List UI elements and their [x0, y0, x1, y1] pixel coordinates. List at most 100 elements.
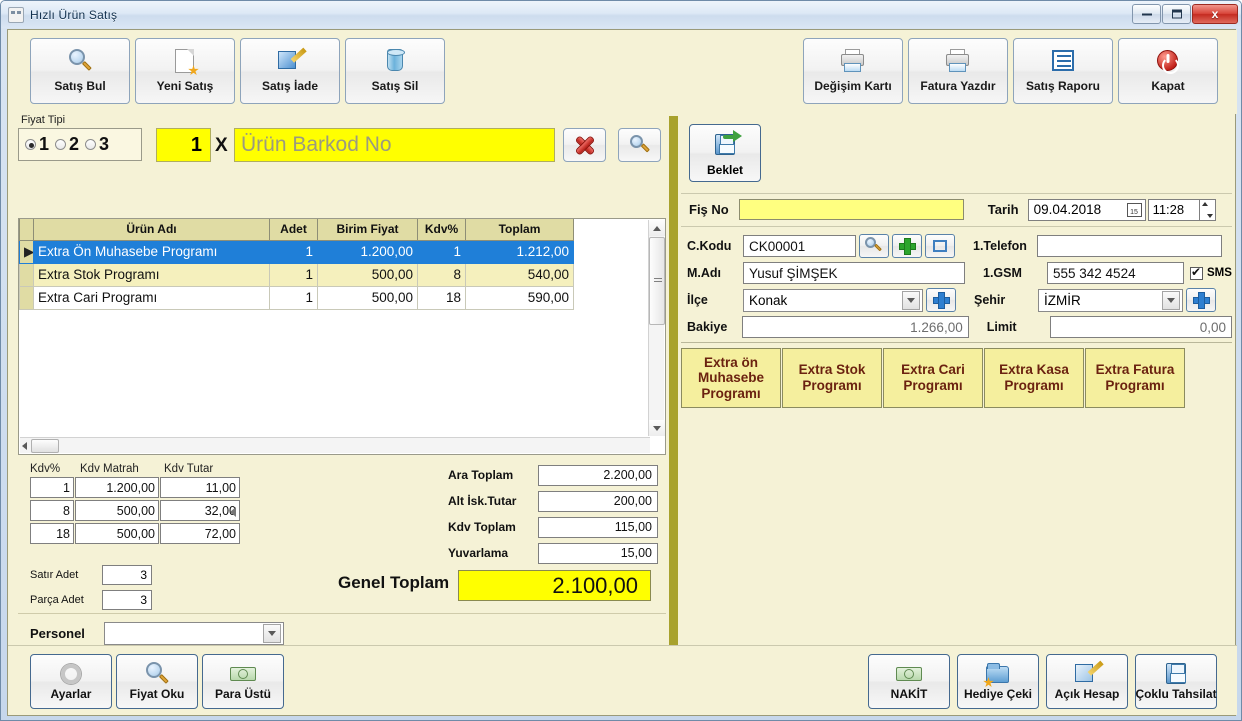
extra-on-muhasebe-button[interactable]: Extra ön Muhasebe Programı [681, 348, 781, 408]
clear-barcode-button[interactable] [563, 128, 606, 162]
col-header-kdv[interactable]: Kdv% [417, 219, 466, 241]
chevron-left-icon[interactable] [22, 441, 27, 450]
telefon-label: 1.Telefon [973, 239, 1027, 253]
table-row[interactable]: Extra Stok Programı 1 500,00 8 540,00 [19, 262, 651, 287]
degisim-karti-button[interactable]: Değişim Kartı [803, 38, 903, 104]
kdv-matrah: 500,00 [75, 500, 159, 521]
sehir-dropdown[interactable]: İZMİR [1038, 288, 1183, 312]
search-product-button[interactable] [618, 128, 661, 162]
extra-stok-button[interactable]: Extra Stok Programı [782, 348, 882, 408]
yeni-satis-button[interactable]: Yeni Satış [135, 38, 235, 104]
ilce-add-button[interactable] [926, 288, 956, 312]
fis-no-input[interactable] [738, 199, 964, 220]
cell-toplam: 540,00 [465, 262, 574, 287]
nakit-button[interactable]: NAKİT [868, 654, 950, 709]
para-ustu-button[interactable]: Para Üstü [202, 654, 284, 709]
calendar-icon[interactable]: 15 [1126, 202, 1142, 217]
customer-add-button[interactable] [892, 234, 922, 258]
row-indicator-header [19, 219, 34, 241]
minimize-button[interactable] [1132, 4, 1161, 24]
table-row[interactable]: ▶ Extra Ön Muhasebe Programı 1 1.200,00 … [19, 239, 651, 264]
quantity-input[interactable]: 1 [156, 128, 211, 162]
col-header-birim-fiyat[interactable]: Birim Fiyat [317, 219, 418, 241]
fatura-yazdir-button[interactable]: Fatura Yazdır [908, 38, 1008, 104]
kdv-matrah: 500,00 [75, 523, 159, 544]
ckodu-label: C.Kodu [687, 239, 732, 253]
col-header-urun-adi[interactable]: Ürün Adı [33, 219, 270, 241]
price-type-radio-1[interactable]: 1 [25, 134, 53, 155]
sehir-label: Şehir [974, 293, 1006, 307]
close-button[interactable]: x [1192, 4, 1238, 24]
satis-sil-button[interactable]: Satış Sil [345, 38, 445, 104]
satis-bul-button[interactable]: Satış Bul [30, 38, 130, 104]
grid-horizontal-scrollbar[interactable] [20, 437, 650, 453]
value-alt-iskonto[interactable]: 200,00 [538, 490, 658, 512]
satis-iade-button[interactable]: Satış İade [240, 38, 340, 104]
plus-blue-icon [933, 292, 949, 308]
kdv-expand-arrow-icon[interactable] [230, 507, 236, 517]
table-header-row: Ürün Adı Adet Birim Fiyat Kdv% Toplam [19, 219, 651, 241]
grid-vertical-scrollbar[interactable] [648, 220, 665, 436]
edit-page-icon [275, 47, 307, 77]
magnifier-icon [865, 237, 883, 255]
count-row-parca-adet: Parça Adet 3 [30, 589, 152, 610]
fiyat-oku-button[interactable]: Fiyat Oku [116, 654, 198, 709]
red-x-icon [575, 135, 595, 155]
customer-window-button[interactable] [925, 234, 955, 258]
kdv-oran: 8 [30, 500, 74, 521]
window-title: Hızlı Ürün Satış [30, 7, 118, 22]
gsm-input[interactable]: 555 342 4524 [1047, 262, 1184, 284]
time-spinner[interactable] [1199, 198, 1216, 221]
chevron-down-icon[interactable] [1162, 290, 1180, 310]
limit-label: Limit [986, 320, 1017, 334]
kapat-button[interactable]: Kapat [1118, 38, 1218, 104]
price-type-radio-2[interactable]: 2 [55, 134, 83, 155]
printer-icon [838, 47, 868, 77]
tarih-input[interactable]: 09.04.2018 15 [1027, 198, 1146, 221]
total-row-yuvarlama: Yuvarlama 15,00 [448, 542, 663, 564]
price-type-radio-3[interactable]: 3 [85, 134, 113, 155]
scroll-up-button[interactable] [649, 220, 665, 236]
hediye-ceki-button[interactable]: Hediye Çeki [957, 654, 1039, 709]
saat-input[interactable]: 11:28 [1147, 198, 1200, 221]
acik-hesap-button[interactable]: Açık Hesap [1046, 654, 1128, 709]
scroll-down-button[interactable] [649, 420, 665, 436]
value-yuvarlama[interactable]: 15,00 [538, 542, 658, 564]
col-header-toplam[interactable]: Toplam [465, 219, 574, 241]
satis-raporu-button[interactable]: Satış Raporu [1013, 38, 1113, 104]
extra-fatura-button[interactable]: Extra Fatura Programı [1085, 348, 1185, 408]
sehir-add-button[interactable] [1186, 288, 1216, 312]
sms-checkbox[interactable] [1190, 265, 1203, 280]
telefon-input[interactable] [1037, 235, 1222, 257]
totals-panel: Ara Toplam 2.200,00 Alt İsk.Tutar 200,00… [448, 464, 663, 568]
vertical-divider [669, 116, 678, 646]
save-arrow-icon [710, 130, 742, 161]
col-header-adet[interactable]: Adet [269, 219, 318, 241]
ayarlar-button[interactable]: Ayarlar [30, 654, 112, 709]
ilce-dropdown[interactable]: Konak [743, 288, 923, 312]
chevron-down-icon[interactable] [902, 290, 920, 310]
barcode-input[interactable]: Ürün Barkod No [234, 128, 555, 162]
products-grid[interactable]: Ürün Adı Adet Birim Fiyat Kdv% Toplam ▶ … [18, 218, 666, 455]
maximize-button[interactable] [1162, 4, 1191, 24]
coklu-tahsilat-button[interactable]: Çoklu Tahsilat [1135, 654, 1217, 709]
personel-dropdown[interactable] [104, 622, 284, 645]
chevron-down-icon[interactable] [263, 624, 281, 643]
hscroll-thumb[interactable] [31, 438, 59, 453]
total-row-alt-iskonto: Alt İsk.Tutar 200,00 [448, 490, 663, 512]
sms-label: SMS [1207, 267, 1232, 279]
ckodu-input[interactable]: CK00001 [743, 235, 856, 257]
extra-kasa-button[interactable]: Extra Kasa Programı [984, 348, 1084, 408]
ilce-value: Konak [749, 292, 788, 308]
extra-cari-button[interactable]: Extra Cari Programı [883, 348, 983, 408]
scroll-thumb[interactable] [649, 237, 665, 325]
table-row[interactable]: Extra Cari Programı 1 500,00 18 590,00 [19, 285, 651, 310]
right-panel: Beklet Fiş No Tarih 09.04.2018 15 11:28 … [678, 116, 1235, 646]
row-indicator [19, 285, 34, 310]
app-icon [8, 6, 24, 23]
delete-database-icon [380, 47, 410, 77]
customer-search-button[interactable] [859, 234, 889, 258]
value-ara-toplam: 2.200,00 [538, 464, 658, 486]
beklet-button[interactable]: Beklet [689, 124, 761, 182]
madi-input[interactable]: Yusuf ŞİMŞEK [743, 262, 965, 284]
